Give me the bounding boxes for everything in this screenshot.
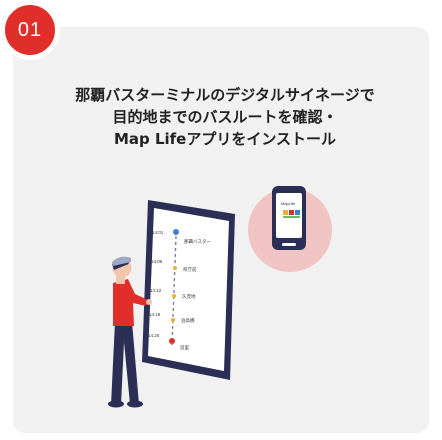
step-number-badge: 01 (0, 0, 60, 60)
phone-app-label: MapLife (281, 201, 296, 206)
description-line-2: 目的地までのバスルートを確認・ (112, 108, 338, 126)
stop-time: 14:18 (149, 312, 161, 317)
stop-time: 14:06 (151, 259, 163, 264)
stop-time: 14:01 (152, 230, 164, 235)
stop-name: 那覇バスター (184, 238, 211, 245)
stop-time: 14:25 (148, 333, 160, 338)
destination-pin-icon (169, 338, 175, 344)
stop-name: 首里 (180, 344, 189, 351)
stop-name: 県庁前 (183, 266, 197, 273)
stop-time: 14:12 (150, 288, 162, 293)
stop-name: 久茂地 (182, 293, 196, 300)
description-line-1: 那覇バスターミナルのデジタルサイネージで (75, 86, 375, 104)
smartphone-icon: MapLife (272, 186, 306, 250)
phone-bubble: MapLife (248, 186, 332, 272)
app-logo-icon (283, 210, 300, 218)
step-description: 那覇バスターミナルのデジタルサイネージで 目的地までのバスルートを確認・ Map… (60, 84, 390, 150)
step-number: 01 (17, 18, 43, 41)
signage-illustration: MapLife 14:01 那覇バスター 14:06 県庁前 14:12 久茂地… (108, 186, 332, 408)
stop-name: 泊高橋 (181, 317, 195, 324)
location-pin-icon (173, 229, 179, 235)
digital-signage: 14:01 那覇バスター 14:06 県庁前 14:12 久茂地 14:18 泊… (142, 200, 235, 380)
description-line-3: Map Lifeアプリをインストール (113, 130, 337, 148)
